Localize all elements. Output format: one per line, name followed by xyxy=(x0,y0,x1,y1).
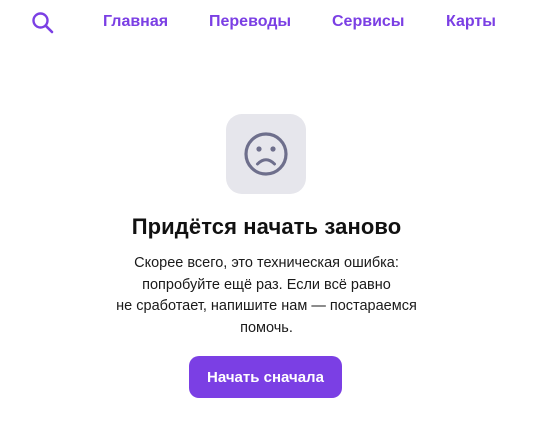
error-description-line: помочь. xyxy=(240,319,293,336)
nav-link-services[interactable]: Сервисы xyxy=(332,13,404,31)
error-page: Главная Переводы Сервисы Карты Придётся … xyxy=(0,0,543,443)
error-illustration-tile xyxy=(226,114,306,194)
nav-link-cards[interactable]: Карты xyxy=(446,13,496,31)
error-description-line: попробуйте ещё раз. Если всё равно xyxy=(142,276,391,293)
restart-button[interactable]: Начать сначала xyxy=(189,356,342,398)
sad-face-icon xyxy=(244,132,288,176)
search-icon[interactable] xyxy=(31,11,55,35)
error-description: Скорее всего, это техническая ошибка: по… xyxy=(0,253,533,339)
error-description-line: Скорее всего, это техническая ошибка: xyxy=(134,255,399,271)
nav-link-home[interactable]: Главная xyxy=(103,13,168,31)
error-description-line: не сработает, напишите нам — постараемся xyxy=(116,298,417,314)
error-title: Придётся начать заново xyxy=(131,214,402,239)
top-navigation: Главная Переводы Сервисы Карты xyxy=(0,0,543,44)
nav-link-transfers[interactable]: Переводы xyxy=(209,13,291,31)
